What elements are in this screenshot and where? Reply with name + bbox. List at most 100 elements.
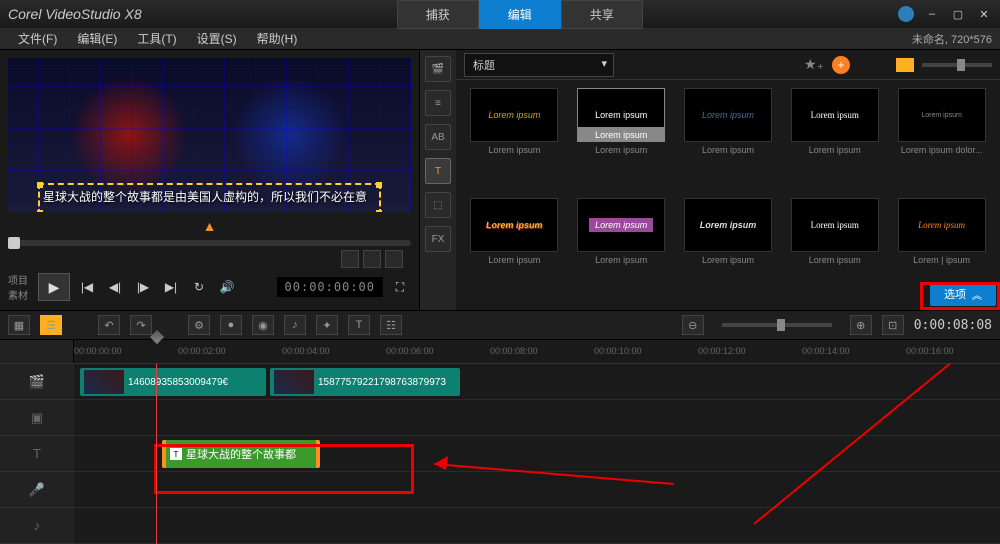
library-item[interactable]: Lorem ipsumLorem ipsum dolor...	[891, 88, 992, 192]
undo-button[interactable]: ↶	[98, 315, 120, 335]
library-category-dropdown[interactable]: 标题	[464, 53, 614, 77]
video-track-label[interactable]: 🎬	[0, 364, 74, 400]
resize-handle[interactable]	[37, 210, 43, 212]
voice-track[interactable]	[74, 472, 1000, 508]
library-thumbnail[interactable]: Lorem ipsum	[898, 88, 986, 142]
preview-scrubber[interactable]	[8, 240, 411, 246]
lib-tab-media[interactable]: 🎬	[425, 56, 451, 82]
timeline-ruler[interactable]: 00:00:00:0000:00:02:0000:00:04:0000:00:0…	[74, 340, 1000, 363]
preview-mode-label[interactable]: 项目 素材	[8, 272, 28, 302]
playhead[interactable]	[156, 364, 157, 544]
fit-button[interactable]: ⊡	[882, 315, 904, 335]
library-thumbnail[interactable]: Lorem ipsum	[684, 88, 772, 142]
expand-button[interactable]: ⛶	[389, 276, 411, 298]
library-thumbnail[interactable]: Lorem ipsum	[791, 198, 879, 252]
zoom-in-button[interactable]: ⊕	[850, 315, 872, 335]
options-button[interactable]: 选项	[930, 282, 996, 306]
voice-track-label[interactable]: 🎤	[0, 472, 74, 508]
track-toggle[interactable]	[20, 343, 34, 357]
prev-frame-button[interactable]: ◀|	[104, 276, 126, 298]
menu-edit[interactable]: 编辑(E)	[67, 27, 127, 50]
storyboard-view-button[interactable]: ▦	[8, 315, 30, 335]
globe-icon[interactable]	[898, 6, 914, 22]
zoom-out-button[interactable]: ⊖	[682, 315, 704, 335]
mark-in-button[interactable]	[341, 250, 359, 268]
library-thumbnail[interactable]: Lorem ipsum	[898, 198, 986, 252]
resize-handle[interactable]	[37, 182, 43, 188]
library-item[interactable]: Lorem ipsumLorem ipsum	[784, 198, 885, 302]
library-thumbnail[interactable]: Lorem ipsum	[791, 88, 879, 142]
go-end-button[interactable]: ▶|	[160, 276, 182, 298]
library-item[interactable]: Lorem ipsumLorem ipsum	[464, 198, 565, 302]
tab-share[interactable]: 共享	[561, 0, 643, 29]
library-item[interactable]: Lorem ipsumLorem ipsum	[678, 88, 779, 192]
track-toggle[interactable]	[3, 343, 17, 357]
library-thumbnail[interactable]: Lorem ipsum	[470, 198, 558, 252]
subtitle-button[interactable]: T	[348, 315, 370, 335]
library-item[interactable]: Lorem ipsumLorem ipsum	[784, 88, 885, 192]
video-track[interactable]: 14608935853009479€1587757922179876387997…	[74, 364, 1000, 400]
lib-tab-fx[interactable]: FX	[425, 226, 451, 252]
title-track[interactable]: T星球大战的整个故事都	[74, 436, 1000, 472]
maximize-button[interactable]: ▢	[950, 6, 966, 22]
lib-tab-title[interactable]: AB	[425, 124, 451, 150]
mixer-button[interactable]: ♪	[284, 315, 306, 335]
timeline-view-button[interactable]: ☰	[40, 315, 62, 335]
play-button[interactable]: ▶	[38, 273, 70, 301]
overlay-track[interactable]	[74, 400, 1000, 436]
close-button[interactable]: ✕	[976, 6, 992, 22]
preview-canvas[interactable]: 星球大战的整个故事都是由美国人虚构的，所以我们不必在意	[8, 58, 411, 212]
record-button[interactable]: ●	[220, 315, 242, 335]
cut-button[interactable]	[363, 250, 381, 268]
title-track-label[interactable]: T	[0, 436, 74, 472]
library-thumbnail[interactable]: Lorem ipsumLorem ipsum	[577, 88, 665, 142]
menu-help[interactable]: 帮助(H)	[247, 27, 308, 50]
menu-file[interactable]: 文件(F)	[8, 27, 67, 50]
thumbnail-size-slider[interactable]	[922, 63, 992, 67]
view-mode-button[interactable]	[896, 58, 914, 72]
library-thumbnail[interactable]: Lorem ipsum	[684, 198, 772, 252]
next-frame-button[interactable]: |▶	[132, 276, 154, 298]
video-clip[interactable]: 15877579221798763879973	[270, 368, 460, 396]
favorite-button[interactable]: ★₊	[804, 56, 824, 73]
library-item[interactable]: Lorem ipsumLorem ipsum	[678, 198, 779, 302]
menu-tools[interactable]: 工具(T)	[127, 27, 186, 50]
track-button[interactable]: ☷	[380, 315, 402, 335]
timeline-body[interactable]: 14608935853009479€1587757922179876387997…	[74, 364, 1000, 544]
redo-button[interactable]: ↷	[130, 315, 152, 335]
scrubber-thumb[interactable]	[8, 237, 20, 249]
text-selection-box[interactable]	[38, 183, 381, 212]
library-item[interactable]: Lorem ipsumLorem ipsum	[464, 88, 565, 192]
library-item[interactable]: Lorem ipsumLorem ipsum	[571, 198, 672, 302]
library-item[interactable]: Lorem ipsumLorem ipsumLorem ipsum	[571, 88, 672, 192]
music-track-label[interactable]: ♪	[0, 508, 74, 544]
zoom-knob[interactable]	[777, 319, 785, 331]
video-clip[interactable]: 14608935853009479€	[80, 368, 266, 396]
tab-capture[interactable]: 捕获	[397, 0, 479, 29]
mark-out-button[interactable]	[385, 250, 403, 268]
resize-handle[interactable]	[376, 182, 382, 188]
loop-button[interactable]: ↻	[188, 276, 210, 298]
minimize-button[interactable]: –	[924, 6, 940, 22]
overlay-track-label[interactable]: ▣	[0, 400, 74, 436]
music-track[interactable]	[74, 508, 1000, 544]
library-thumbnail[interactable]: Lorem ipsum	[577, 198, 665, 252]
add-button[interactable]: +	[832, 56, 850, 74]
tool-button[interactable]: ⚙	[188, 315, 210, 335]
preview-timecode[interactable]: 00:00:00:00	[277, 277, 383, 297]
chapter-button[interactable]: ✦	[316, 315, 338, 335]
library-thumbnail[interactable]: Lorem ipsum	[470, 88, 558, 142]
lib-tab-transition[interactable]: ≡	[425, 90, 451, 116]
timeline-timecode[interactable]: 0:00:08:08	[914, 318, 992, 333]
tab-edit[interactable]: 编辑	[479, 0, 561, 29]
title-clip[interactable]: T星球大战的整个故事都	[162, 440, 320, 468]
zoom-slider[interactable]	[722, 323, 832, 327]
slider-knob[interactable]	[957, 59, 965, 71]
lib-tab-text[interactable]: T	[425, 158, 451, 184]
menu-settings[interactable]: 设置(S)	[187, 27, 247, 50]
disc-button[interactable]: ◉	[252, 315, 274, 335]
resize-handle[interactable]	[376, 210, 382, 212]
volume-button[interactable]: 🔊	[216, 276, 238, 298]
go-start-button[interactable]: |◀	[76, 276, 98, 298]
lib-tab-graphic[interactable]: ⬚	[425, 192, 451, 218]
